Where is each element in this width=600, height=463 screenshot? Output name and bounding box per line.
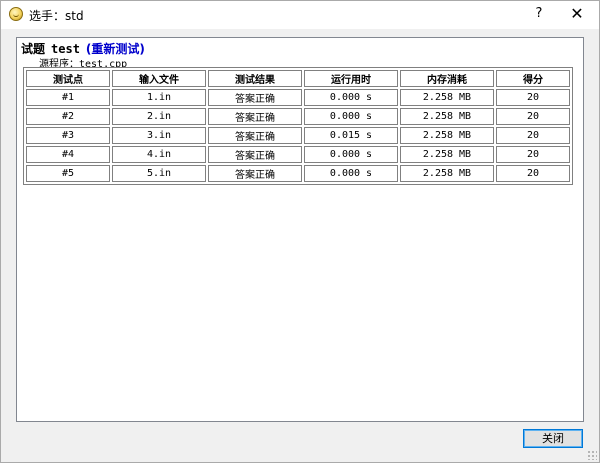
cell-result: 答案正确 bbox=[208, 127, 302, 144]
cell-result: 答案正确 bbox=[208, 108, 302, 125]
problem-name: test bbox=[51, 42, 80, 56]
cell-result: 答案正确 bbox=[208, 89, 302, 106]
table-row: #5 5.in 答案正确 0.000 s 2.258 MB 20 bbox=[26, 165, 570, 182]
close-button[interactable]: 关闭 bbox=[523, 429, 583, 448]
cell-memory: 2.258 MB bbox=[400, 146, 494, 163]
cell-score: 20 bbox=[496, 89, 570, 106]
col-header-testpoint: 测试点 bbox=[26, 70, 110, 87]
problem-label: 试题 bbox=[21, 42, 46, 56]
cell-time: 0.000 s bbox=[304, 165, 398, 182]
cell-input-file: 5.in bbox=[112, 165, 206, 182]
result-panel: 试题 test (重新测试) 源程序：test.cpp 测试点 输入文件 测试结果 … bbox=[16, 37, 584, 422]
cell-input-file: 3.in bbox=[112, 127, 206, 144]
cell-result: 答案正确 bbox=[208, 165, 302, 182]
cell-input-file: 2.in bbox=[112, 108, 206, 125]
cell-testpoint: #4 bbox=[26, 146, 110, 163]
cell-score: 20 bbox=[496, 165, 570, 182]
cell-score: 20 bbox=[496, 127, 570, 144]
table-row: #2 2.in 答案正确 0.000 s 2.258 MB 20 bbox=[26, 108, 570, 125]
cell-score: 20 bbox=[496, 108, 570, 125]
cell-score: 20 bbox=[496, 146, 570, 163]
cell-memory: 2.258 MB bbox=[400, 165, 494, 182]
title-bar[interactable]: 选手：std ? ✕ bbox=[1, 1, 599, 29]
rejudge-link[interactable]: (重新测试) bbox=[86, 42, 145, 56]
cell-input-file: 4.in bbox=[112, 146, 206, 163]
result-dialog: 选手：std ? ✕ 试题 test (重新测试) 源程序：test.cpp 测试点… bbox=[0, 0, 600, 463]
cell-testpoint: #5 bbox=[26, 165, 110, 182]
table-header-row: 测试点 输入文件 测试结果 运行用时 内存消耗 得分 bbox=[26, 70, 570, 87]
table-row: #1 1.in 答案正确 0.000 s 2.258 MB 20 bbox=[26, 89, 570, 106]
resize-grip[interactable] bbox=[587, 450, 597, 460]
col-header-result: 测试结果 bbox=[208, 70, 302, 87]
table-row: #4 4.in 答案正确 0.000 s 2.258 MB 20 bbox=[26, 146, 570, 163]
window-title: 选手：std bbox=[29, 9, 84, 23]
cell-memory: 2.258 MB bbox=[400, 108, 494, 125]
cell-time: 0.015 s bbox=[304, 127, 398, 144]
cell-result: 答案正确 bbox=[208, 146, 302, 163]
cell-testpoint: #1 bbox=[26, 89, 110, 106]
window-close-button[interactable]: ✕ bbox=[559, 1, 595, 29]
results-table: 测试点 输入文件 测试结果 运行用时 内存消耗 得分 #1 1.in 答案正确 … bbox=[23, 67, 573, 185]
cell-time: 0.000 s bbox=[304, 108, 398, 125]
cell-input-file: 1.in bbox=[112, 89, 206, 106]
cell-time: 0.000 s bbox=[304, 146, 398, 163]
app-smiley-icon bbox=[9, 7, 23, 21]
cell-memory: 2.258 MB bbox=[400, 127, 494, 144]
cell-testpoint: #2 bbox=[26, 108, 110, 125]
cell-testpoint: #3 bbox=[26, 127, 110, 144]
cell-memory: 2.258 MB bbox=[400, 89, 494, 106]
col-header-score: 得分 bbox=[496, 70, 570, 87]
col-header-input-file: 输入文件 bbox=[112, 70, 206, 87]
table-row: #3 3.in 答案正确 0.015 s 2.258 MB 20 bbox=[26, 127, 570, 144]
help-button[interactable]: ? bbox=[521, 1, 557, 29]
col-header-time: 运行用时 bbox=[304, 70, 398, 87]
cell-time: 0.000 s bbox=[304, 89, 398, 106]
col-header-memory: 内存消耗 bbox=[400, 70, 494, 87]
